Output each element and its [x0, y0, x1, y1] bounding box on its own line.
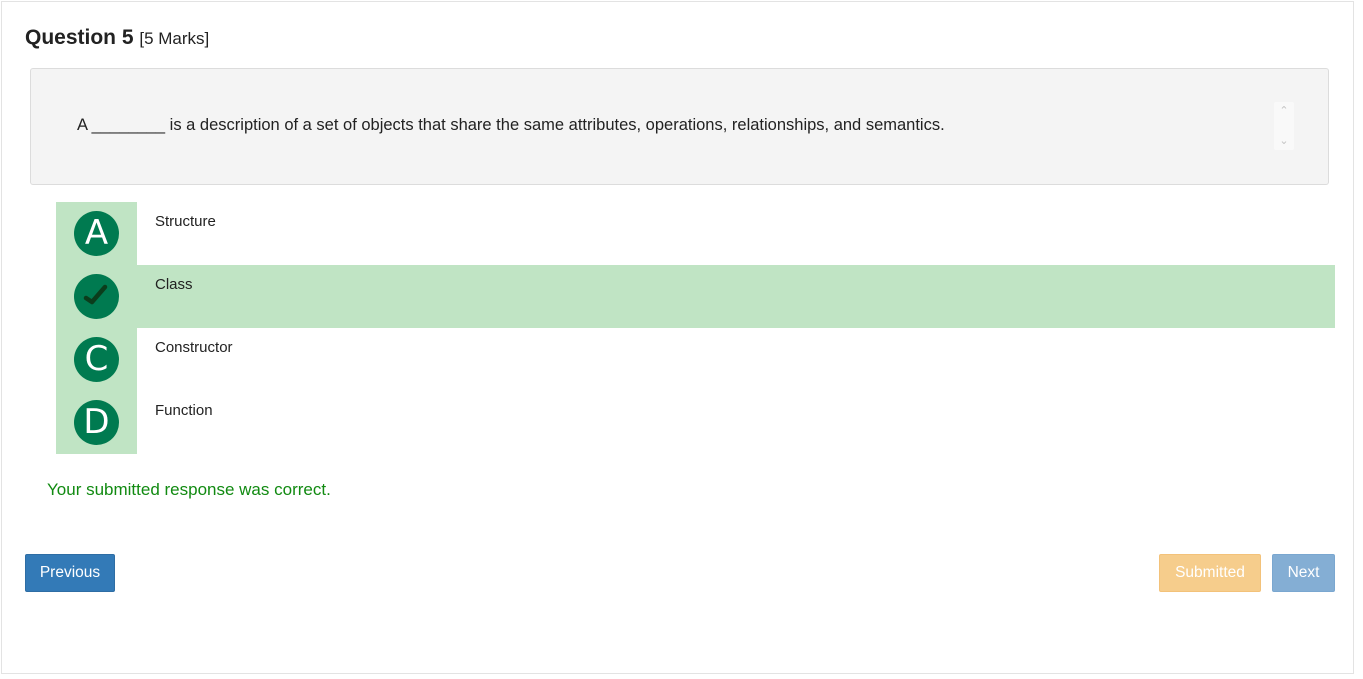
option-label[interactable]: Constructor: [155, 339, 233, 356]
checkmark-icon: [83, 284, 108, 305]
option-d[interactable]: D Function: [56, 391, 1335, 454]
scroll-up-icon[interactable]: ⌃: [1278, 105, 1290, 117]
option-letter-badge[interactable]: D: [74, 400, 119, 445]
question-header: Question 5 [5 Marks]: [25, 26, 209, 50]
option-badge-column: C: [56, 328, 137, 391]
next-button[interactable]: Next: [1272, 554, 1335, 592]
scroll-down-icon[interactable]: ⌄: [1278, 135, 1290, 147]
option-badge-column: D: [56, 391, 137, 454]
feedback-message: Your submitted response was correct.: [47, 480, 331, 499]
question-title: Question 5: [25, 26, 134, 49]
question-marks: [5 Marks]: [139, 29, 210, 48]
option-letter-badge[interactable]: A: [74, 211, 119, 256]
option-label[interactable]: Function: [155, 402, 213, 419]
option-c[interactable]: C Constructor: [56, 328, 1335, 391]
option-badge-column: [56, 265, 137, 328]
question-text: A ________ is a description of a set of …: [77, 116, 945, 134]
answer-options: A Structure Class C Constructor D Functi…: [56, 202, 1335, 454]
option-a[interactable]: A Structure: [56, 202, 1335, 265]
option-selected-badge[interactable]: [74, 274, 119, 319]
question-scrollbar[interactable]: ⌃ ⌄: [1274, 102, 1294, 150]
option-b[interactable]: Class: [56, 265, 1335, 328]
question-panel: Question 5 [5 Marks] A ________ is a des…: [1, 1, 1354, 674]
option-badge-column: A: [56, 202, 137, 265]
option-letter-badge[interactable]: C: [74, 337, 119, 382]
option-label[interactable]: Class: [155, 276, 193, 293]
question-box: A ________ is a description of a set of …: [30, 68, 1329, 185]
previous-button[interactable]: Previous: [25, 554, 115, 592]
submitted-button[interactable]: Submitted: [1159, 554, 1261, 592]
option-label[interactable]: Structure: [155, 213, 216, 230]
